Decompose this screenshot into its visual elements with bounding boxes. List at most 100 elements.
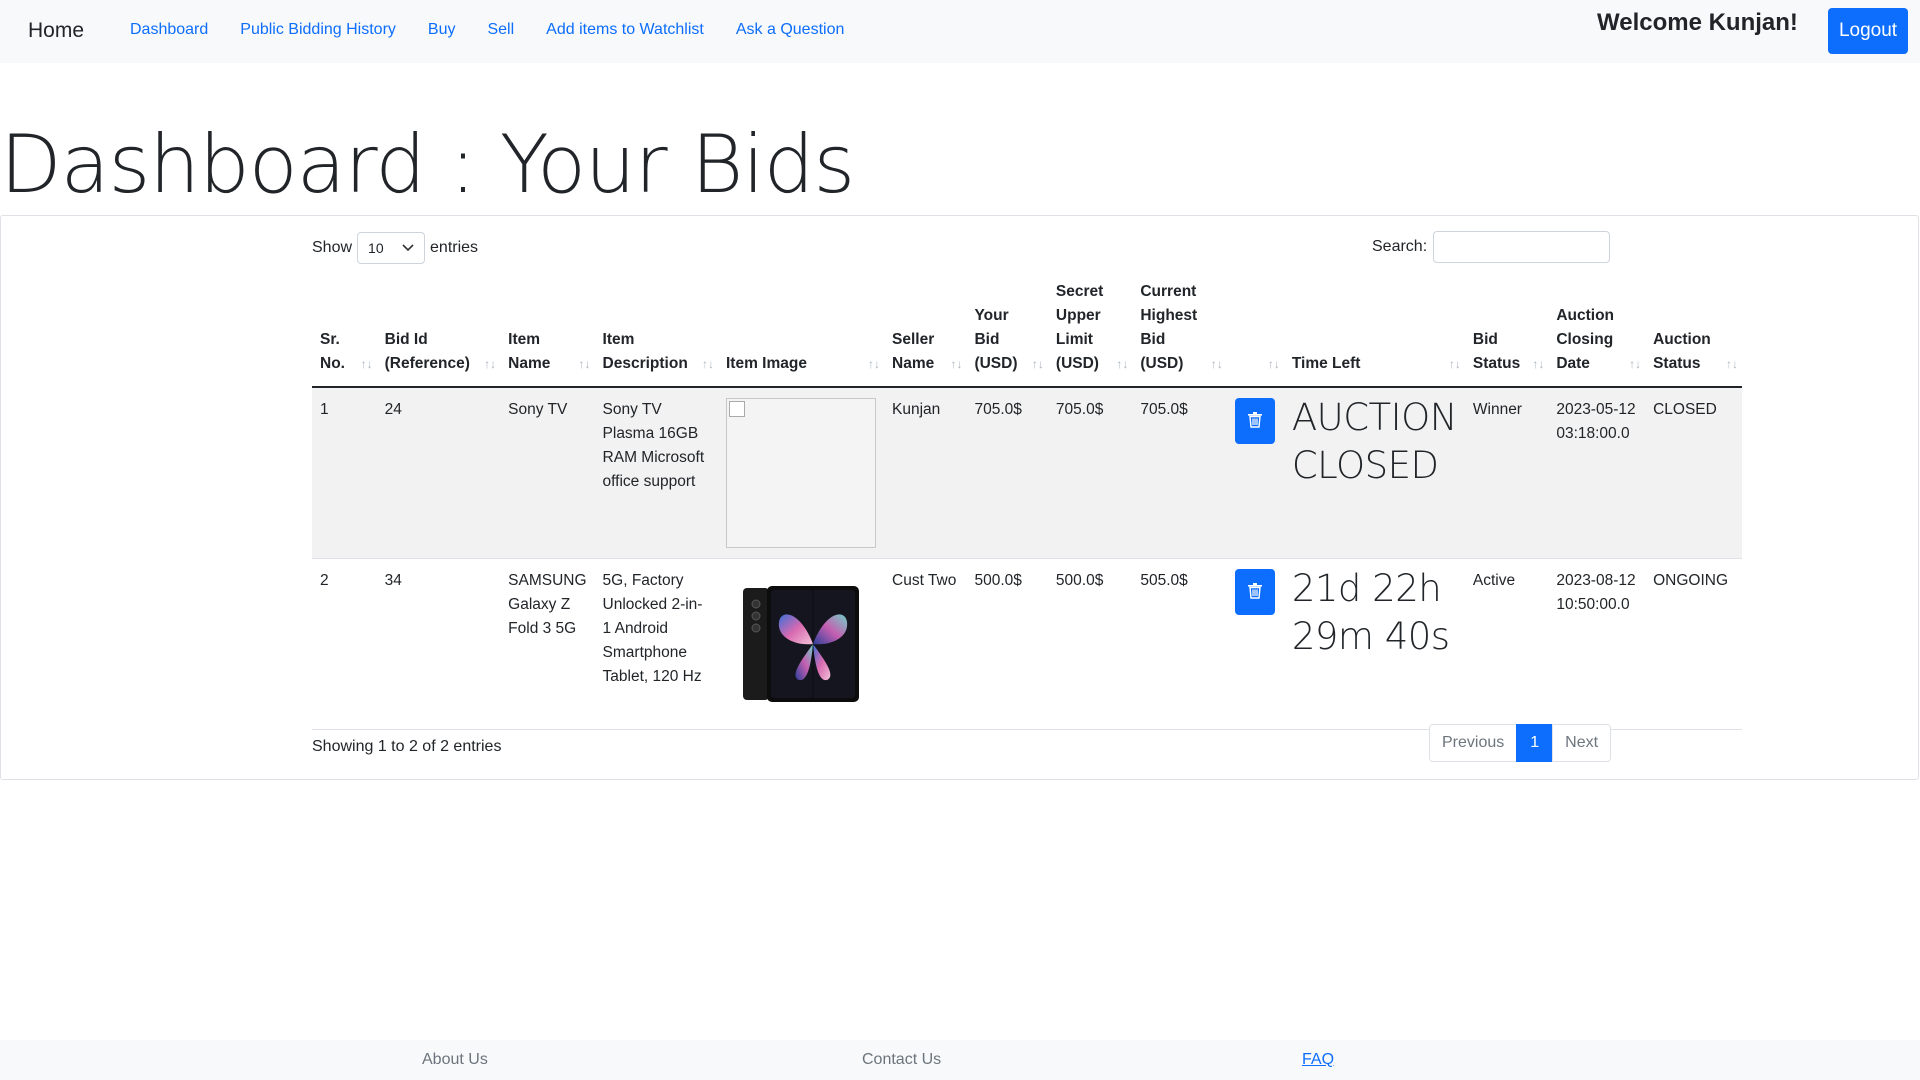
- nav-sell[interactable]: Sell: [487, 21, 514, 39]
- delete-bid-button[interactable]: [1234, 569, 1275, 615]
- col-secret-upper-limit-label: Secret Upper Limit (USD): [1055, 283, 1104, 372]
- sort-arrows-icon: ↑↓: [1629, 357, 1642, 371]
- nav-links: Dashboard Public Bidding History Buy Sel…: [130, 21, 876, 39]
- sort-arrows-icon: ↑↓: [484, 357, 497, 371]
- sort-arrows-icon: ↑↓: [1267, 357, 1280, 371]
- logout-button[interactable]: Logout: [1828, 8, 1908, 54]
- cell-item-name: SAMSUNG Galaxy Z Fold 3 5G: [500, 558, 595, 730]
- delete-bid-button[interactable]: [1234, 398, 1275, 444]
- col-item-image[interactable]: Item Image ↑↓: [718, 272, 884, 388]
- sort-arrows-icon: ↑↓: [578, 357, 591, 371]
- cell-item-image: [718, 387, 884, 559]
- cell-closing-date: 2023-08-12 10:50:00.0: [1548, 558, 1646, 730]
- sort-arrows-icon: ↑↓: [1210, 357, 1223, 371]
- cell-bid-status: Winner: [1464, 387, 1549, 559]
- cell-bid-id: 24: [376, 387, 501, 559]
- sort-arrows-icon: ↑↓: [1448, 357, 1461, 371]
- col-item-image-label: Item Image: [726, 355, 807, 372]
- cell-auction-status: CLOSED: [1645, 387, 1742, 559]
- cell-item-image: [718, 558, 884, 730]
- col-seller-name[interactable]: Seller Name ↑↓: [884, 272, 967, 388]
- cell-closing-date: 2023-05-12 03:18:00.0: [1548, 387, 1646, 559]
- col-current-highest-bid[interactable]: Current Highest Bid (USD) ↑↓: [1132, 272, 1227, 388]
- col-time-left[interactable]: Time Left ↑↓: [1283, 272, 1465, 388]
- table-row: 1 24 Sony TV Sony TV Plasma 16GB RAM Mic…: [312, 387, 1742, 559]
- trash-icon: [1247, 582, 1262, 602]
- nav-add-watchlist[interactable]: Add items to Watchlist: [546, 21, 704, 39]
- table-header-row: Sr. No. ↑↓ Bid Id (Reference) ↑↓ Item Name…: [312, 272, 1742, 388]
- cell-time-left: 21d 22h 29m 40s: [1283, 558, 1465, 730]
- col-auction-closing-date[interactable]: Auction Closing Date ↑↓: [1548, 272, 1646, 388]
- table-row: 2 34 SAMSUNG Galaxy Z Fold 3 5G 5G, Fact…: [312, 558, 1742, 730]
- pagination-previous[interactable]: Previous: [1429, 724, 1518, 762]
- col-bid-id[interactable]: Bid Id (Reference) ↑↓: [376, 272, 501, 388]
- chevron-down-icon: [402, 241, 414, 255]
- time-left-text: AUCTION CLOSED: [1291, 396, 1458, 487]
- cell-your-bid: 500.0$: [966, 558, 1048, 730]
- cell-description: 5G, Factory Unlocked 2-in-1 Android Smar…: [594, 558, 718, 730]
- sort-arrows-icon: ↑↓: [360, 357, 373, 371]
- foldable-phone-image: [726, 569, 876, 719]
- pagination: Previous 1 Next: [1429, 724, 1612, 762]
- col-bid-status-label: Bid Status: [1472, 331, 1521, 372]
- col-sr-no[interactable]: Sr. No. ↑↓: [312, 272, 377, 388]
- nav-buy[interactable]: Buy: [428, 21, 456, 39]
- time-left-text: 21d 22h 29m 40s: [1291, 567, 1450, 658]
- nav-ask-question[interactable]: Ask a Question: [736, 21, 845, 39]
- cell-highest-bid: 505.0$: [1132, 558, 1227, 730]
- cell-bid-id: 34: [376, 558, 501, 730]
- col-auction-status-label: Auction Status: [1653, 331, 1711, 372]
- col-item-name-label: Item Name: [508, 331, 551, 372]
- col-sr-no-label: Sr. No.: [320, 331, 345, 372]
- page-length-control: Show 10 entries: [312, 232, 478, 264]
- sort-arrows-icon: ↑↓: [1031, 357, 1044, 371]
- col-bid-status[interactable]: Bid Status ↑↓: [1464, 272, 1549, 388]
- cell-actions: [1226, 558, 1284, 730]
- col-secret-upper-limit[interactable]: Secret Upper Limit (USD) ↑↓: [1047, 272, 1133, 388]
- footer-about-link[interactable]: About Us: [422, 1051, 488, 1069]
- col-item-description[interactable]: Item Description ↑↓: [594, 272, 718, 388]
- cell-sr: 1: [312, 387, 377, 559]
- col-actions[interactable]: ↑↓: [1226, 272, 1284, 388]
- col-your-bid[interactable]: Your Bid (USD) ↑↓: [966, 272, 1048, 388]
- cell-bid-status: Active: [1464, 558, 1549, 730]
- sort-arrows-icon: ↑↓: [1726, 357, 1738, 371]
- table-info: Showing 1 to 2 of 2 entries: [312, 738, 502, 755]
- cell-sr: 2: [312, 558, 377, 730]
- nav-public-bidding-history[interactable]: Public Bidding History: [240, 21, 396, 39]
- page-title: Dashboard : Your Bids: [0, 118, 855, 211]
- cell-upper-limit: 500.0$: [1047, 558, 1133, 730]
- cell-highest-bid: 705.0$: [1132, 387, 1227, 559]
- col-item-description-label: Item Description: [602, 331, 688, 372]
- page-length-select[interactable]: 10: [357, 232, 426, 264]
- col-current-highest-bid-label: Current Highest Bid (USD): [1140, 283, 1198, 372]
- col-time-left-label: Time Left: [1291, 355, 1361, 372]
- home-link[interactable]: Home: [28, 19, 84, 43]
- col-auction-status[interactable]: Auction Status ↑↓: [1645, 272, 1742, 388]
- footer-contact-link[interactable]: Contact Us: [862, 1051, 941, 1069]
- col-item-name[interactable]: Item Name ↑↓: [500, 272, 595, 388]
- cell-item-name: Sony TV: [500, 387, 595, 559]
- entries-label: entries: [430, 239, 479, 256]
- footer-faq-link[interactable]: FAQ: [1302, 1051, 1334, 1069]
- sort-arrows-icon: ↑↓: [950, 357, 963, 371]
- top-navbar: Home Dashboard Public Bidding History Bu…: [0, 0, 1920, 63]
- sort-arrows-icon: ↑↓: [1532, 357, 1545, 371]
- col-auction-closing-date-label: Auction Closing Date: [1556, 307, 1615, 372]
- pagination-page-1[interactable]: 1: [1516, 724, 1554, 762]
- cell-actions: [1226, 387, 1284, 559]
- bids-table: Sr. No. ↑↓ Bid Id (Reference) ↑↓ Item Name…: [312, 272, 1742, 730]
- sort-arrows-icon: ↑↓: [1116, 357, 1129, 371]
- welcome-message: Welcome Kunjan!: [1597, 9, 1798, 36]
- cell-description: Sony TV Plasma 16GB RAM Microsoft office…: [594, 387, 718, 559]
- pagination-next[interactable]: Next: [1552, 724, 1612, 762]
- sort-arrows-icon: ↑↓: [868, 357, 880, 371]
- nav-dashboard[interactable]: Dashboard: [130, 21, 208, 39]
- cell-time-left: AUCTION CLOSED: [1283, 387, 1465, 559]
- col-your-bid-label: Your Bid (USD): [974, 307, 1018, 372]
- page-footer: About Us Contact Us FAQ: [0, 1040, 1920, 1080]
- broken-image-placeholder: [726, 398, 876, 548]
- search-input[interactable]: [1433, 231, 1611, 263]
- cell-auction-status: ONGOING: [1645, 558, 1742, 730]
- cell-upper-limit: 705.0$: [1047, 387, 1133, 559]
